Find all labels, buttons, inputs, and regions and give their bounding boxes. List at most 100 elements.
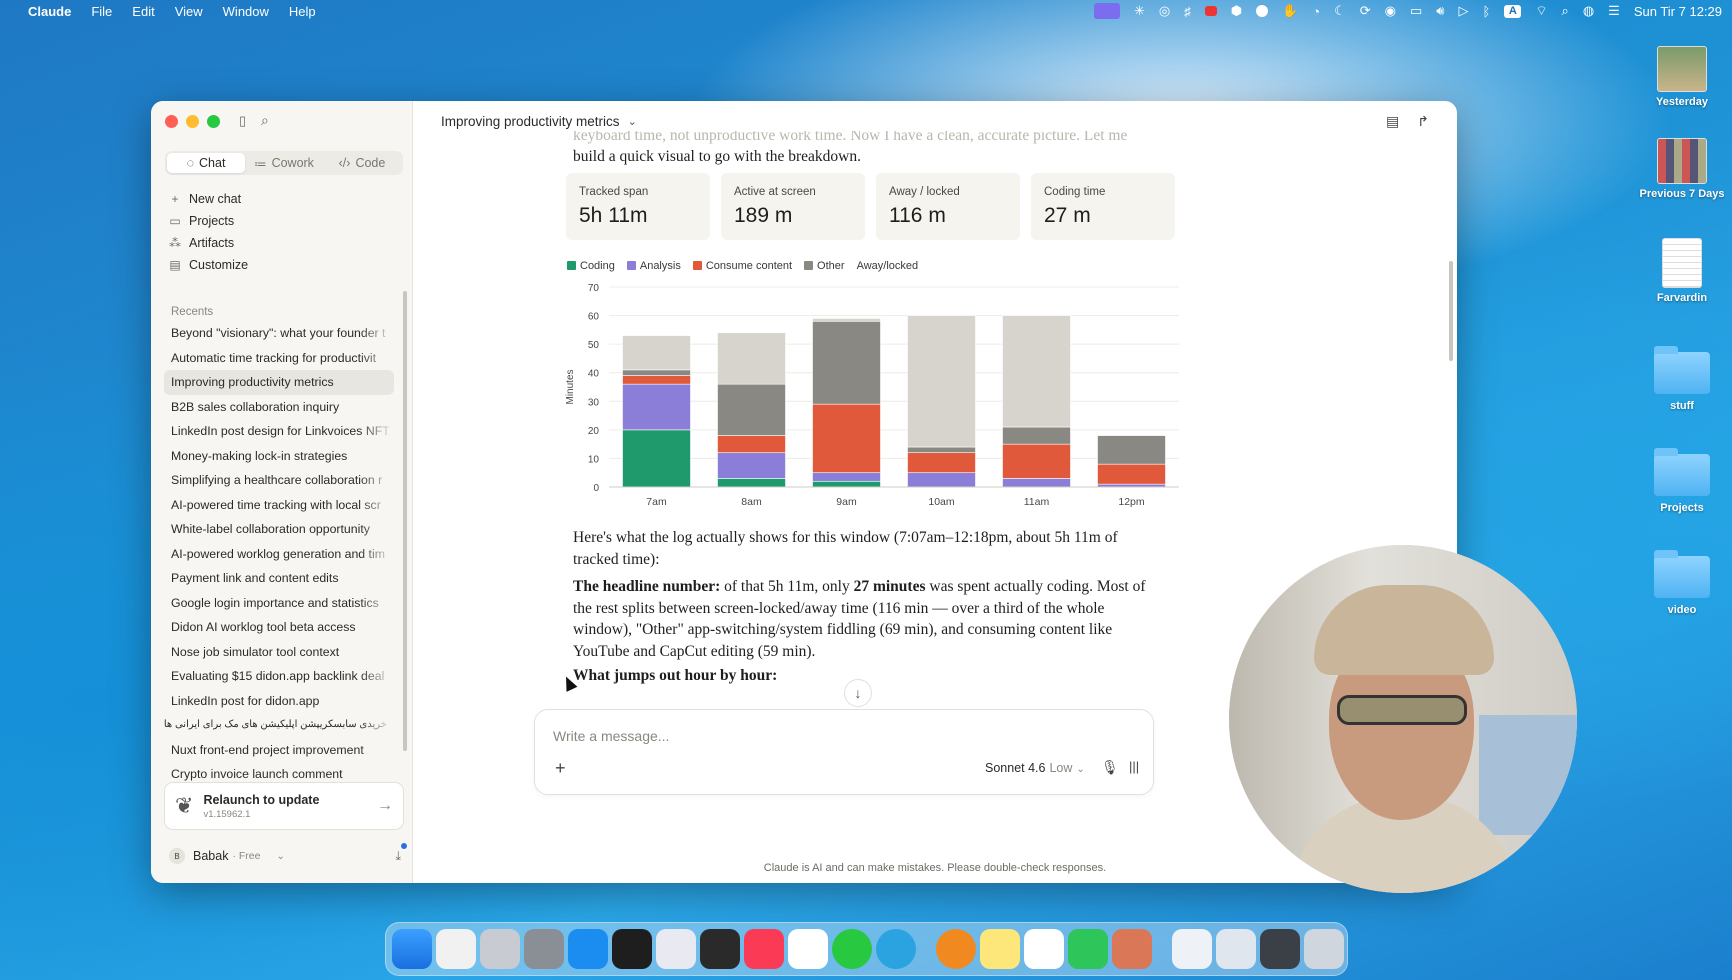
podcasts-icon[interactable] (936, 929, 976, 969)
play-status-icon[interactable]: ▷ (1459, 3, 1469, 19)
bluetooth-status-icon[interactable]: ᛒ (1483, 4, 1491, 19)
desktop-icon-previous-7-days[interactable]: Previous 7 Days (1632, 138, 1732, 200)
whatsapp-icon[interactable] (832, 929, 872, 969)
chevron-down-icon[interactable]: ⌄ (628, 115, 637, 128)
sidebar-toggle-icon[interactable]: ▯ (239, 113, 246, 129)
figma-icon[interactable] (612, 929, 652, 969)
moon-status-icon[interactable]: ☾ (1334, 3, 1346, 19)
record-status-icon[interactable] (1204, 6, 1217, 16)
trash-icon[interactable] (1304, 929, 1344, 969)
circle-status-icon[interactable] (1256, 5, 1269, 17)
recent-chat-item[interactable]: Payment link and content edits (164, 566, 394, 591)
timer-status-icon[interactable]: ◔ (1312, 4, 1320, 19)
recent-chat-item[interactable]: Automatic time tracking for productivit (164, 346, 394, 371)
sidebar-item-new-chat[interactable]: + New chat (169, 192, 241, 206)
document-icon[interactable]: ▤ (1386, 113, 1399, 130)
recent-chat-item[interactable]: White-label collaboration opportunity (164, 517, 394, 542)
recent-chat-item[interactable]: LinkedIn post design for Linkvoices NFT (164, 419, 394, 444)
display-status-icon[interactable]: ▭ (1410, 3, 1422, 19)
control-center-icon[interactable]: ☰ (1608, 3, 1620, 19)
desktop-icon-projects[interactable]: Projects (1632, 448, 1732, 514)
message-input[interactable]: Write a message... (553, 728, 669, 744)
preview-icon[interactable] (480, 929, 520, 969)
recent-chat-item[interactable]: Beyond "visionary": what your founder t (164, 321, 394, 346)
system-settings-icon[interactable] (524, 929, 564, 969)
desktop-icon-yesterday[interactable]: Yesterday (1632, 46, 1732, 108)
message-scrollbar[interactable] (1449, 261, 1453, 361)
numbers-icon[interactable] (1068, 929, 1108, 969)
desktop-icon-video[interactable]: video (1632, 550, 1732, 616)
recent-chat-item[interactable]: Didon AI worklog tool beta access (164, 615, 394, 640)
claude-dock-icon[interactable] (1112, 929, 1152, 969)
sidebar-item-artifacts[interactable]: ⁂ Artifacts (169, 236, 234, 250)
recent-chat-item[interactable]: Money-making lock-in strategies (164, 444, 394, 469)
input-source-icon[interactable]: A (1504, 4, 1522, 18)
search-icon[interactable]: ⌕ (261, 112, 269, 129)
screen-mirror-status-icon[interactable] (1093, 3, 1120, 19)
tasks-icon[interactable] (788, 929, 828, 969)
microphone-icon[interactable]: 🎙︎ (1101, 759, 1119, 776)
document-stack-icon[interactable] (1172, 929, 1212, 969)
wifi-status-icon[interactable]: ⌔ (1535, 3, 1547, 19)
affinity-icon[interactable] (656, 929, 696, 969)
recent-chat-item[interactable]: Google login importance and statistics (164, 591, 394, 616)
hand-status-icon[interactable]: ✋ (1282, 3, 1298, 19)
share-icon[interactable]: ↱ (1417, 113, 1429, 130)
hashtag-status-icon[interactable]: ♯ (1184, 4, 1191, 19)
sidebar-item-projects[interactable]: ▭ Projects (169, 214, 234, 228)
menu-edit[interactable]: Edit (132, 4, 154, 19)
scroll-to-bottom-button[interactable]: ↓ (844, 679, 872, 707)
capcut-icon[interactable] (1024, 929, 1064, 969)
menu-window[interactable]: Window (223, 4, 269, 19)
user-menu[interactable]: B Babak · Free ⌄ ⤓ (169, 842, 407, 864)
menu-app-name[interactable]: Claude (28, 4, 71, 19)
minimize-window-button[interactable] (186, 115, 199, 128)
relaunch-update-card[interactable]: ❦ Relaunch to update v1.15962.1 → (164, 782, 404, 830)
volume-status-icon[interactable]: 🔊︎ (1436, 3, 1444, 19)
shield-status-icon[interactable]: ⬢ (1231, 3, 1242, 19)
menubar-clock[interactable]: Sun Tir 7 12:29 (1634, 4, 1722, 19)
siri-status-icon[interactable]: ◍ (1583, 3, 1594, 19)
claude-status-icon[interactable]: ✳ (1134, 3, 1145, 19)
spotlight-icon[interactable]: ⌕ (1562, 3, 1569, 19)
screenshots-stack-icon[interactable] (1260, 929, 1300, 969)
recent-chat-item[interactable]: AI-powered time tracking with local scr (164, 493, 394, 518)
recent-chat-item[interactable]: AI-powered worklog generation and tim (164, 542, 394, 567)
tab-code[interactable]: ‹/› Code (323, 153, 401, 173)
tab-cowork[interactable]: ≔ Cowork (245, 153, 323, 173)
sync-status-icon[interactable]: ⟳ (1360, 3, 1371, 19)
launchpad-icon[interactable] (436, 929, 476, 969)
downloads-stack-icon[interactable] (1216, 929, 1256, 969)
webcam-overlay[interactable] (1229, 545, 1577, 893)
model-selector[interactable]: Sonnet 4.6 Low ⌄ (985, 761, 1085, 775)
desktop-icon-stuff[interactable]: stuff (1632, 346, 1732, 412)
recent-chat-item[interactable]: Nose job simulator tool context (164, 640, 394, 665)
app-store-icon[interactable] (568, 929, 608, 969)
notes-icon[interactable] (980, 929, 1020, 969)
conversation-title[interactable]: Improving productivity metrics (441, 114, 620, 129)
music-icon[interactable] (744, 929, 784, 969)
recent-chat-item[interactable]: LinkedIn post for didon.app (164, 689, 394, 714)
sidebar-scrollbar[interactable] (403, 291, 407, 751)
tab-chat[interactable]: ◌ Chat (167, 153, 245, 173)
download-icon[interactable]: ⤓ (395, 842, 407, 864)
add-attachment-button[interactable]: + (555, 758, 566, 779)
finder-icon[interactable] (392, 929, 432, 969)
recent-chat-item[interactable]: Improving productivity metrics (164, 370, 394, 395)
telegram-icon[interactable] (876, 929, 916, 969)
zoom-window-button[interactable] (207, 115, 220, 128)
sidebar-item-customize[interactable]: ▤ Customize (169, 258, 248, 272)
menu-view[interactable]: View (175, 4, 203, 19)
recent-chat-item[interactable]: خریدی سابسکریپشن اپلیکیشن های مک برای ای… (164, 713, 394, 738)
recent-chat-item[interactable]: Evaluating $15 didon.app backlink deal (164, 664, 394, 689)
airdrop-status-icon[interactable]: ◉ (1385, 3, 1396, 19)
cursor-app-icon[interactable] (700, 929, 740, 969)
recent-chat-item[interactable]: Nuxt front-end project improvement (164, 738, 394, 763)
menu-file[interactable]: File (91, 4, 112, 19)
headphones-status-icon[interactable]: ◎ (1159, 3, 1170, 19)
desktop-icon-farvardin[interactable]: Farvardin (1632, 238, 1732, 304)
recent-chat-item[interactable]: Simplifying a healthcare collaboration r (164, 468, 394, 493)
recent-chat-item[interactable]: B2B sales collaboration inquiry (164, 395, 394, 420)
close-window-button[interactable] (165, 115, 178, 128)
voice-mode-icon[interactable]: ||| (1129, 759, 1139, 774)
